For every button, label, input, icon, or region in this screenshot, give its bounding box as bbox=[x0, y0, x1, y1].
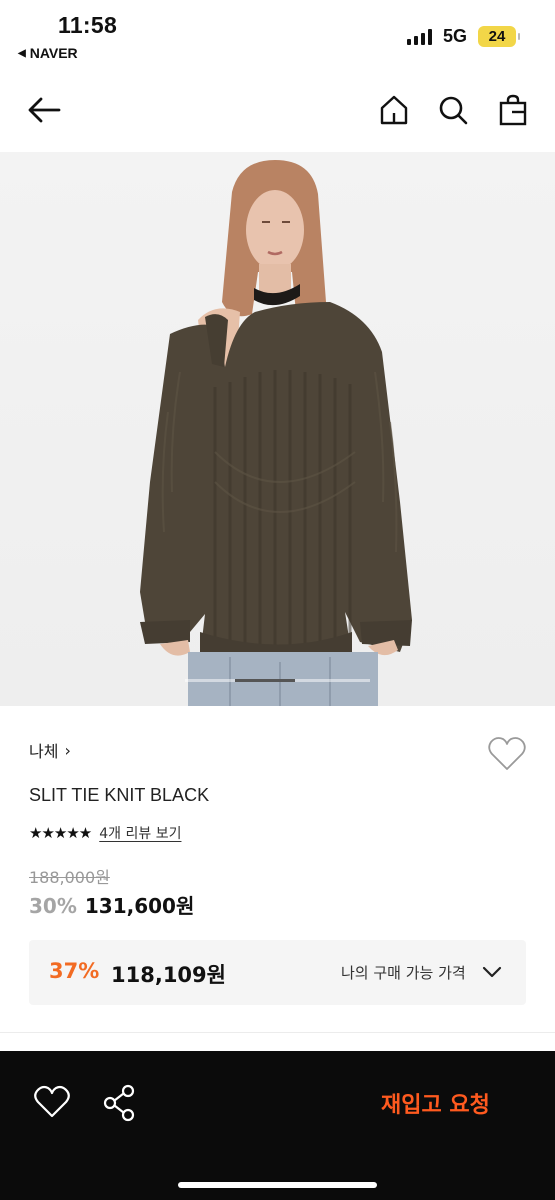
star-rating-icon: ★★★★★ bbox=[29, 824, 92, 842]
nav-bar bbox=[0, 82, 555, 138]
original-price: 188,000원 bbox=[29, 868, 110, 887]
share-button[interactable] bbox=[100, 1083, 140, 1123]
share-icon bbox=[103, 1084, 135, 1122]
my-price-label: 나의 구매 가능 가격 bbox=[341, 964, 466, 982]
back-to-app-link[interactable]: ◀ NAVER bbox=[18, 45, 78, 61]
search-icon bbox=[439, 96, 468, 125]
sale-price-row: 30% 131,600원 bbox=[29, 890, 194, 919]
product-name: SLIT TIE KNIT BLACK bbox=[29, 785, 210, 805]
bottom-wishlist-button[interactable] bbox=[32, 1084, 72, 1120]
home-indicator bbox=[178, 1182, 377, 1188]
network-type: 5G bbox=[443, 26, 468, 46]
bottom-action-bar: 재입고 요청 bbox=[0, 1051, 555, 1200]
model-sweater-illustration bbox=[140, 160, 412, 706]
home-icon bbox=[380, 95, 408, 125]
section-divider bbox=[0, 1032, 555, 1033]
product-image[interactable] bbox=[0, 152, 555, 706]
image-pager bbox=[185, 679, 370, 682]
signal-icon bbox=[407, 29, 432, 45]
brand-link[interactable]: 나체 › bbox=[29, 738, 71, 762]
chevron-right-icon: › bbox=[64, 740, 71, 760]
reviews-link[interactable]: 4개 리뷰 보기 bbox=[99, 823, 181, 843]
chevron-down-icon bbox=[482, 966, 502, 978]
discount-percent: 30% bbox=[29, 894, 77, 918]
back-arrow-icon bbox=[28, 97, 61, 123]
status-bar: 11:58 ◀ NAVER 5G 24 bbox=[0, 0, 555, 66]
back-app-label: NAVER bbox=[29, 45, 78, 61]
back-triangle-icon: ◀ bbox=[18, 47, 26, 59]
my-price-value: 118,109원 bbox=[111, 963, 226, 987]
home-button[interactable] bbox=[374, 90, 414, 130]
back-button[interactable] bbox=[24, 90, 64, 130]
shopping-bag-icon bbox=[499, 94, 527, 126]
sale-price: 131,600원 bbox=[84, 894, 195, 918]
restock-request-button[interactable]: 재입고 요청 bbox=[381, 1087, 490, 1119]
wishlist-button[interactable] bbox=[487, 736, 527, 772]
battery-indicator: 24 bbox=[478, 26, 520, 47]
my-price-dropdown[interactable]: 37% 118,109원 나의 구매 가능 가격 bbox=[29, 940, 526, 1005]
brand-name: 나체 bbox=[29, 742, 59, 761]
heart-icon bbox=[488, 737, 526, 770]
cart-button[interactable] bbox=[493, 90, 533, 130]
heart-icon bbox=[34, 1085, 70, 1118]
status-time: 11:58 bbox=[58, 12, 118, 38]
my-discount-percent: 37% bbox=[49, 959, 100, 983]
rating-row: ★★★★★ 4개 리뷰 보기 bbox=[29, 823, 181, 843]
search-button[interactable] bbox=[433, 90, 473, 130]
